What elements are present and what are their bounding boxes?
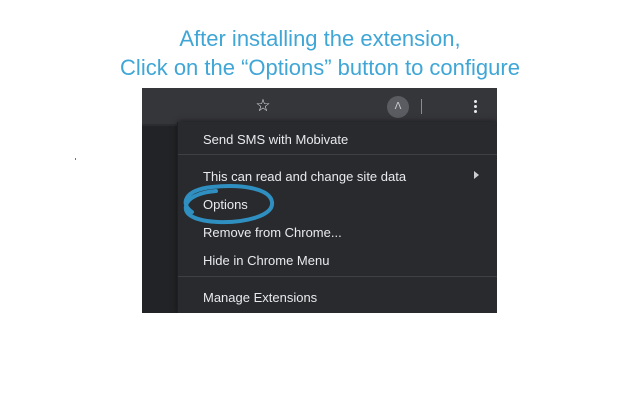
highlight-circle-icon [183,184,274,225]
menu-divider [178,154,497,155]
headline-line-2: Click on the “Options” button to configu… [120,55,520,80]
menu-item-hide[interactable]: Hide in Chrome Menu [203,253,329,269]
submenu-arrow-icon [474,171,479,179]
menu-item-remove[interactable]: Remove from Chrome... [203,225,342,241]
instruction-headline: After installing the extension, Click on… [0,24,640,82]
menu-item-extension-name[interactable]: Send SMS with Mobivate [203,132,348,148]
toolbar-separator [421,99,422,114]
chrome-screenshot: ☆ Λ Send SMS with Mobivate This can read… [142,88,497,313]
more-menu-icon[interactable] [470,99,482,115]
page-background [142,126,178,313]
extension-icon[interactable]: Λ [387,96,409,118]
stray-mark [75,158,76,160]
headline-line-1: After installing the extension, [179,26,461,51]
menu-item-manage-extensions[interactable]: Manage Extensions [203,290,317,306]
browser-toolbar: ☆ Λ [142,88,497,124]
menu-divider [178,276,497,277]
bookmark-star-icon[interactable]: ☆ [254,96,272,116]
